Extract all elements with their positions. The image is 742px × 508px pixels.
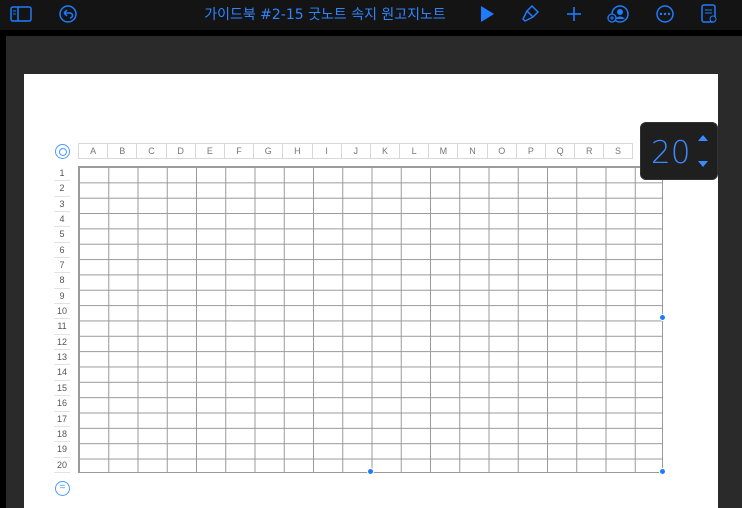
row-header[interactable]: 15 (54, 381, 70, 397)
add-icon[interactable] (561, 2, 587, 26)
row-header[interactable]: 8 (54, 273, 70, 289)
column-header[interactable]: A (78, 143, 108, 159)
row-header[interactable]: 10 (54, 304, 70, 320)
sidebar-icon[interactable] (8, 2, 34, 26)
column-header[interactable]: L (399, 143, 429, 159)
canvas-top-edge (6, 30, 742, 36)
column-header[interactable]: K (369, 143, 400, 159)
play-icon[interactable] (474, 2, 500, 26)
column-header[interactable]: J (340, 143, 370, 159)
column-header[interactable]: C (136, 143, 166, 159)
row-header[interactable]: 3 (54, 197, 70, 213)
row-count-value: 20 (651, 135, 691, 171)
row-header[interactable]: 18 (54, 427, 70, 443)
collaborate-icon[interactable] (605, 2, 631, 26)
column-header[interactable]: I (311, 143, 341, 159)
row-header[interactable]: 16 (54, 396, 70, 412)
row-header[interactable]: 14 (54, 365, 70, 381)
format-brush-icon[interactable] (517, 2, 543, 26)
row-header[interactable]: 13 (54, 350, 70, 366)
column-header[interactable]: G (253, 143, 283, 159)
row-header[interactable]: 12 (54, 335, 70, 351)
column-header-bar: ABCDEFGHIJKLMNOPQRS (78, 143, 633, 159)
top-toolbar: 가이드북 #2-15 굿노트 속지 원고지노트 (0, 0, 742, 30)
column-header[interactable]: N (457, 143, 487, 159)
row-header[interactable]: 7 (54, 258, 70, 274)
column-header[interactable]: O (486, 143, 516, 159)
column-header[interactable]: P (515, 143, 545, 159)
column-header[interactable]: Q (545, 143, 575, 159)
document-title[interactable]: 가이드북 #2-15 굿노트 속지 원고지노트 (160, 4, 490, 24)
column-header[interactable]: F (223, 143, 254, 159)
resize-handle-right[interactable] (659, 314, 666, 321)
row-header[interactable]: 20 (54, 458, 70, 473)
row-header-bar: 1 2 3 4 5 6 7 8 9 10 11 12 13 14 15 16 17 18 19 20 (54, 166, 70, 473)
column-header[interactable]: R (574, 143, 604, 159)
table-select-handle[interactable] (55, 144, 70, 159)
row-header[interactable]: 19 (54, 442, 70, 458)
row-header[interactable]: 11 (54, 319, 70, 335)
increment-arrow-icon[interactable] (698, 135, 708, 141)
column-header[interactable]: H (282, 143, 312, 159)
row-header[interactable]: 1 (54, 166, 70, 182)
table-grid[interactable] (78, 166, 663, 473)
column-header[interactable]: E (194, 143, 224, 159)
more-icon[interactable] (652, 2, 678, 26)
column-header[interactable]: D (165, 143, 195, 159)
row-header[interactable]: 17 (54, 412, 70, 427)
decrement-arrow-icon[interactable] (698, 161, 708, 167)
resize-handle-corner[interactable] (659, 468, 666, 475)
document-options-icon[interactable] (696, 2, 722, 26)
column-header[interactable]: S (603, 143, 633, 159)
resize-handle-bottom[interactable] (367, 468, 374, 475)
row-header[interactable]: 6 (54, 243, 70, 259)
row-header[interactable]: 2 (54, 181, 70, 197)
column-header[interactable]: B (107, 143, 137, 159)
row-header[interactable]: 5 (54, 227, 70, 243)
add-row-column-button[interactable]: = (55, 481, 70, 496)
undo-icon[interactable] (55, 2, 81, 26)
row-header[interactable]: 9 (54, 289, 70, 305)
row-count-stepper[interactable]: 20 (640, 122, 718, 180)
column-header[interactable]: M (428, 143, 458, 159)
row-header[interactable]: 4 (54, 212, 70, 228)
